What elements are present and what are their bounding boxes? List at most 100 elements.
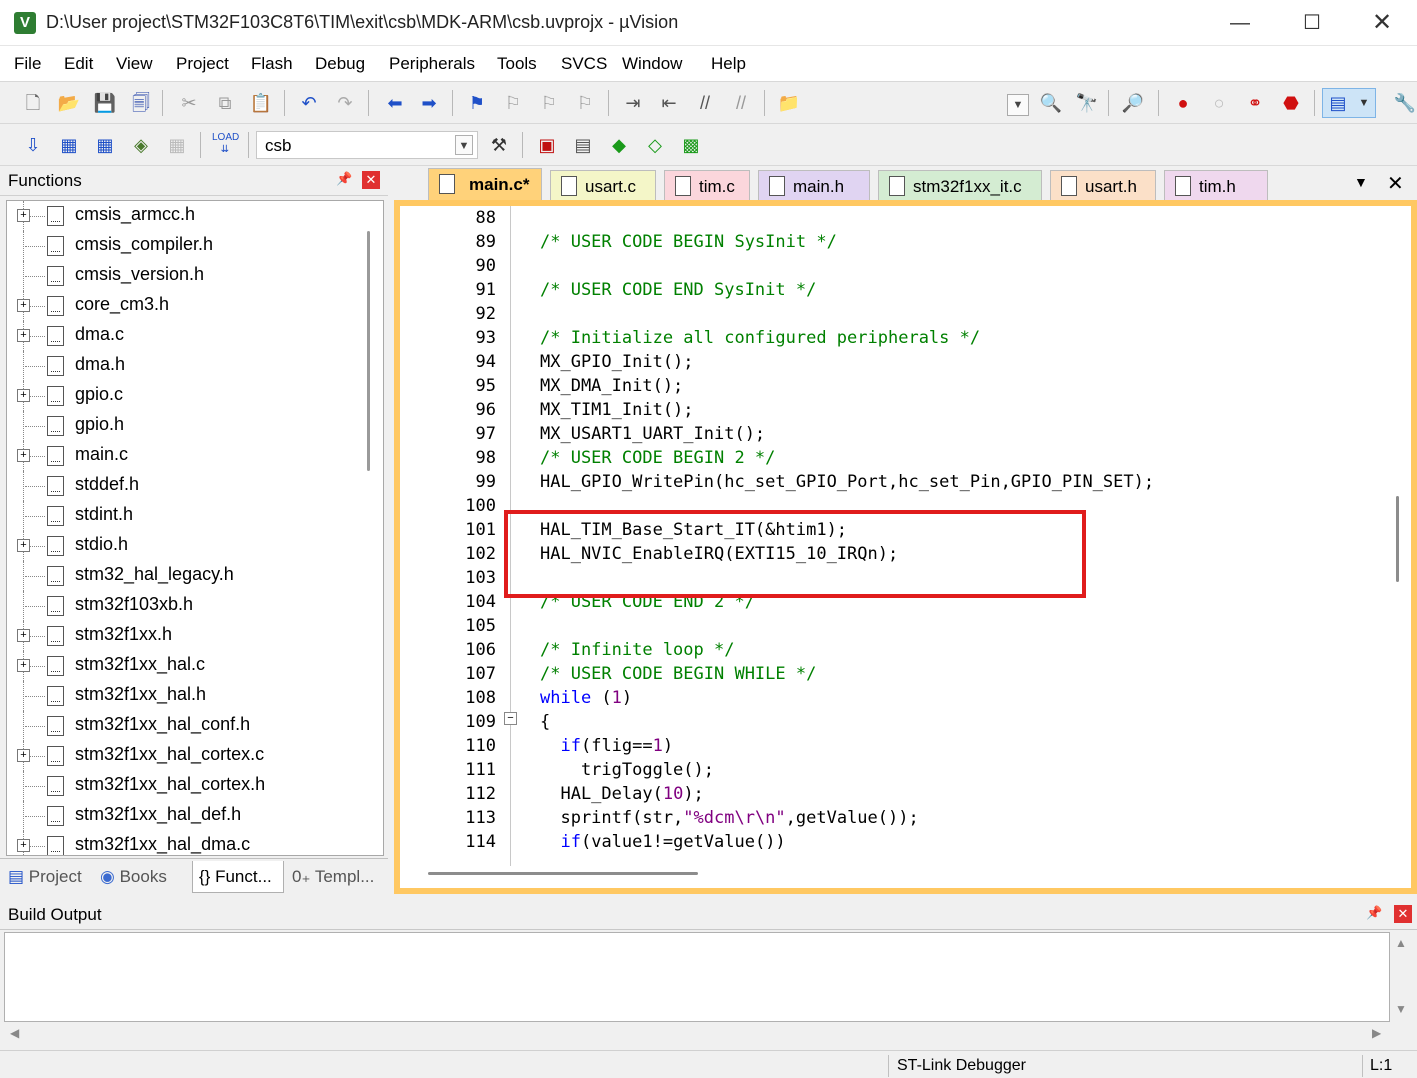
scroll-left-icon[interactable]: ◀ — [10, 1026, 19, 1040]
menu-flash[interactable]: Flash — [251, 54, 293, 74]
fold-collapse-icon[interactable]: − — [504, 712, 517, 725]
tab-functions[interactable]: {} Funct... — [192, 861, 284, 893]
tree-item[interactable]: dma.h — [7, 351, 367, 381]
tree-item[interactable]: stm32f1xx_hal_conf.h — [7, 711, 367, 741]
tree-item[interactable]: stm32f1xx_hal_cortex.h — [7, 771, 367, 801]
expand-icon[interactable]: + — [17, 299, 30, 312]
menu-edit[interactable]: Edit — [64, 54, 93, 74]
menu-file[interactable]: File — [14, 54, 41, 74]
manage-components-icon[interactable]: ▣ — [534, 132, 560, 158]
close-icon[interactable]: ✕ — [1394, 905, 1412, 923]
build-icon[interactable]: ▦ — [56, 132, 82, 158]
pin-icon[interactable]: 📌 — [1366, 905, 1382, 923]
build-output-horizontal-scrollbar[interactable]: ◀ ▶ — [4, 1022, 1390, 1044]
expand-icon[interactable]: + — [17, 629, 30, 642]
target-options-icon[interactable]: ⚒ — [486, 132, 512, 158]
find-icon[interactable]: 🔍 — [1038, 90, 1064, 116]
editor-vertical-scrollbar[interactable] — [1396, 496, 1399, 582]
tab-books[interactable]: ◉ Books — [100, 861, 184, 893]
nav-forward-icon[interactable]: ➡ — [416, 90, 442, 116]
configure-icon[interactable]: 🔧 — [1392, 90, 1417, 116]
menu-svcs[interactable]: SVCS — [561, 54, 607, 74]
disable-all-breakpoints-icon[interactable]: ⚭ — [1242, 90, 1268, 116]
close-tab-icon[interactable]: ✕ — [1387, 171, 1404, 196]
find-dropdown-arrow-icon[interactable]: ▼ — [1007, 94, 1029, 116]
nav-back-icon[interactable]: ⬅ — [382, 90, 408, 116]
download-icon[interactable]: LOAD ⇊ — [212, 132, 239, 158]
find-in-files-icon[interactable]: 📁 — [776, 90, 802, 116]
tree-item[interactable]: stddef.h — [7, 471, 367, 501]
tree-item[interactable]: stm32_hal_legacy.h — [7, 561, 367, 591]
build-output-vertical-scrollbar[interactable]: ▲ ▼ — [1390, 932, 1412, 1022]
tree-item[interactable]: gpio.h — [7, 411, 367, 441]
target-select[interactable]: csb ▼ — [256, 131, 478, 159]
expand-icon[interactable]: + — [17, 449, 30, 462]
kill-all-breakpoints-icon[interactable]: ⬣ — [1278, 90, 1304, 116]
tree-item[interactable]: stdint.h — [7, 501, 367, 531]
tree-item[interactable]: + stm32f1xx_hal_dma.c — [7, 831, 367, 855]
tree-item[interactable]: + stm32f1xx_hal_cortex.c — [7, 741, 367, 771]
incremental-find-icon[interactable]: 🔭 — [1074, 90, 1100, 116]
bookmark-prev-icon[interactable]: ⚐ — [500, 90, 526, 116]
tab-templates[interactable]: 0₊ Templ... — [288, 861, 382, 893]
comment-icon[interactable]: // — [692, 90, 718, 116]
tab-project[interactable]: ▤ Project — [8, 861, 92, 893]
stop-build-icon[interactable]: ▦ — [164, 132, 190, 158]
expand-icon[interactable]: + — [17, 749, 30, 762]
build-output-text[interactable] — [4, 932, 1390, 1022]
tree-item[interactable]: + stm32f1xx_hal.c — [7, 651, 367, 681]
close-window-button[interactable]: ✕ — [1360, 8, 1404, 38]
tree-scrollbar[interactable] — [367, 231, 370, 471]
menu-view[interactable]: View — [116, 54, 153, 74]
expand-icon[interactable]: + — [17, 209, 30, 222]
select-packs-icon[interactable]: ▤ — [570, 132, 596, 158]
open-file-icon[interactable]: 📂 — [56, 90, 82, 116]
expand-icon[interactable]: + — [17, 659, 30, 672]
editor-tab[interactable]: main.h — [758, 170, 870, 202]
tree-item[interactable]: + main.c — [7, 441, 367, 471]
tree-item[interactable]: + stdio.h — [7, 531, 367, 561]
menu-project[interactable]: Project — [176, 54, 229, 74]
bookmark-next-icon[interactable]: ⚐ — [536, 90, 562, 116]
tree-item[interactable]: cmsis_compiler.h — [7, 231, 367, 261]
tree-item[interactable]: cmsis_version.h — [7, 261, 367, 291]
menu-window[interactable]: Window — [622, 54, 682, 74]
tree-item[interactable]: + stm32f1xx.h — [7, 621, 367, 651]
breakpoint-icon[interactable]: ● — [1170, 90, 1196, 116]
maximize-button[interactable]: ☐ — [1290, 8, 1334, 38]
close-icon[interactable]: ✕ — [362, 171, 380, 189]
tree-item[interactable]: + dma.c — [7, 321, 367, 351]
minimize-button[interactable]: — — [1218, 8, 1262, 38]
functions-tree[interactable]: + cmsis_armcc.h cmsis_compiler.h cmsis_vers… — [6, 200, 384, 856]
bookmark-clear-icon[interactable]: ⚐ — [572, 90, 598, 116]
menu-help[interactable]: Help — [711, 54, 746, 74]
editor-tab[interactable]: usart.h — [1050, 170, 1156, 202]
uncomment-icon[interactable]: // — [728, 90, 754, 116]
editor-horizontal-scrollbar[interactable] — [428, 872, 698, 875]
rebuild-icon[interactable]: ▦ — [92, 132, 118, 158]
editor-tab[interactable]: tim.h — [1164, 170, 1268, 202]
save-all-icon[interactable]: 🗐 — [128, 90, 154, 116]
scroll-down-icon[interactable]: ▼ — [1395, 1002, 1407, 1016]
menu-peripherals[interactable]: Peripherals — [389, 54, 475, 74]
tree-item[interactable]: + cmsis_armcc.h — [7, 201, 367, 231]
window-layout-button[interactable]: ▤ ▼ — [1322, 88, 1376, 118]
tree-item[interactable]: stm32f103xb.h — [7, 591, 367, 621]
manage-rte-icon[interactable]: ◆ — [606, 132, 632, 158]
new-file-icon[interactable]: 🗋 — [20, 90, 46, 116]
tree-item[interactable]: stm32f1xx_hal.h — [7, 681, 367, 711]
editor-tab[interactable]: main.c* — [428, 168, 542, 202]
save-icon[interactable]: 💾 — [92, 90, 118, 116]
scroll-right-icon[interactable]: ▶ — [1372, 1026, 1381, 1040]
disable-breakpoint-icon[interactable]: ○ — [1206, 90, 1232, 116]
tree-item[interactable]: stm32f1xx_hal_def.h — [7, 801, 367, 831]
editor-tab[interactable]: stm32f1xx_it.c — [878, 170, 1042, 202]
software-packs-icon[interactable]: ▩ — [678, 132, 704, 158]
copy-icon[interactable]: ⧉ — [212, 90, 238, 116]
pin-icon[interactable]: 📌 — [336, 171, 352, 189]
tree-item[interactable]: + gpio.c — [7, 381, 367, 411]
expand-icon[interactable]: + — [17, 839, 30, 852]
scroll-up-icon[interactable]: ▲ — [1395, 936, 1407, 950]
expand-icon[interactable]: + — [17, 329, 30, 342]
tree-item[interactable]: + core_cm3.h — [7, 291, 367, 321]
